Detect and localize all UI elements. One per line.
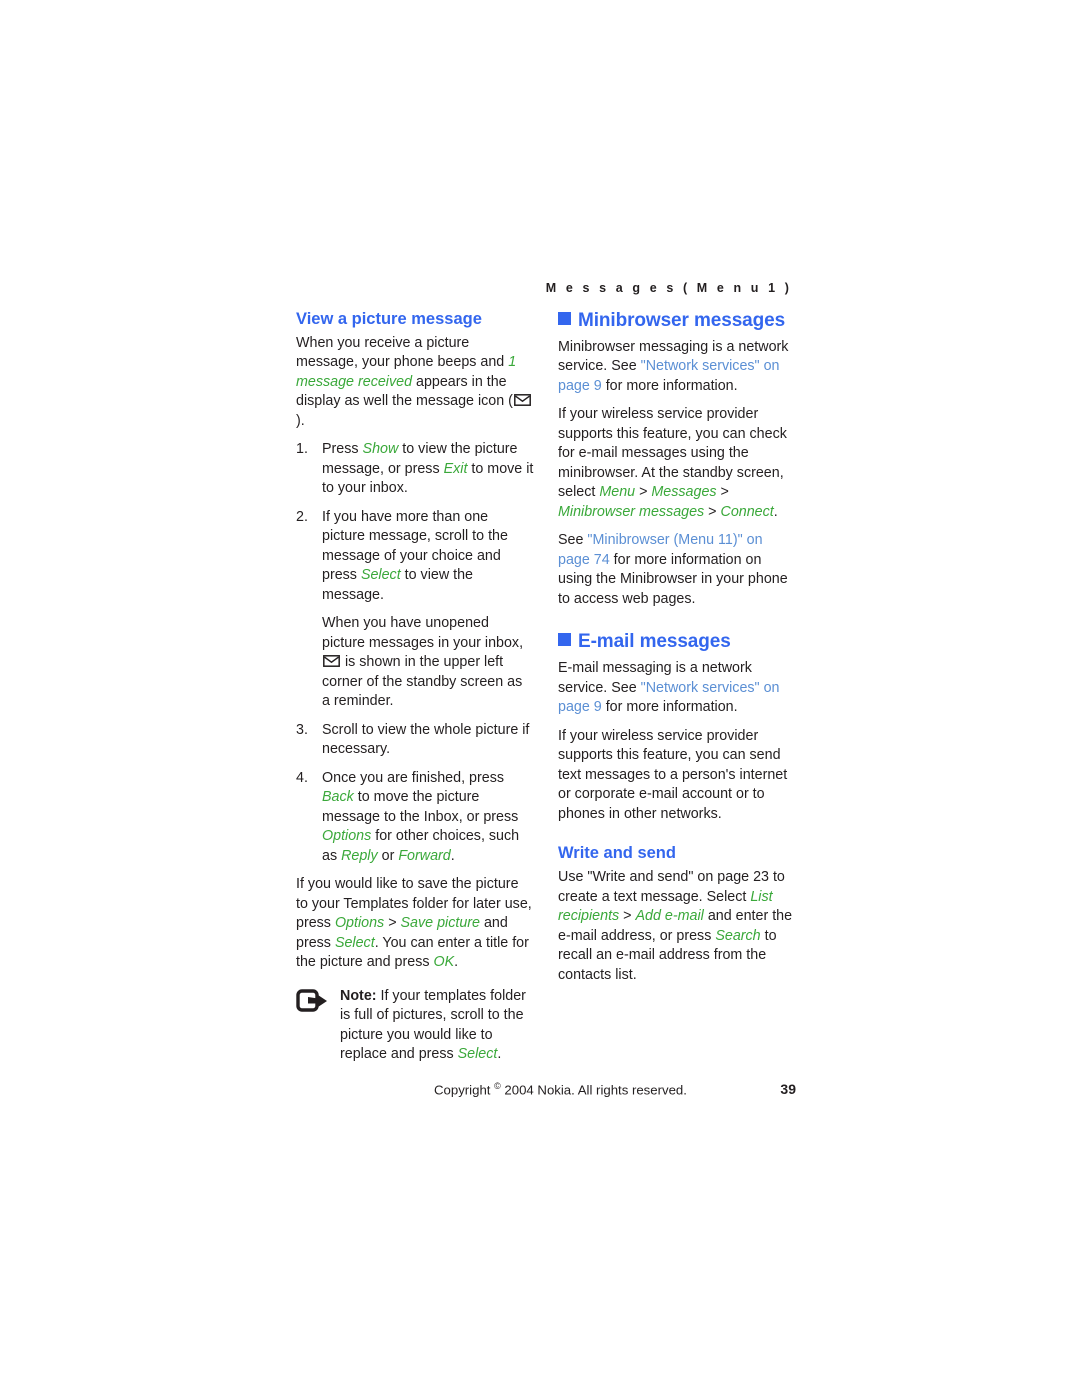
step-number: 4. [296,769,308,786]
command-text: Add e-mail [635,908,704,925]
text-run: > [384,915,401,932]
text-run: . [454,954,459,971]
text-run: 2004 Nokia. All rights reserved. [500,1082,687,1098]
heading-view-a-picture-message: View a picture message [296,310,482,328]
paragraph-minibrowser-check-email: If your wireless service provider suppor… [558,405,796,522]
text-run: for more information. [601,699,738,716]
command-text: Options [334,915,385,932]
page-number: 39 [780,1081,796,1097]
square-bullet-icon [558,312,571,325]
text-run: When you have unopened picture messages … [322,615,524,651]
list-item: 1. Press Show to view the picture message… [296,440,534,499]
heading-write-and-send: Write and send [558,844,676,863]
paragraph-minibrowser-see-reference: See "Minibrowser (Menu 11)" on page 74 f… [558,531,796,609]
copyright-symbol: © [494,1081,501,1091]
paragraph-unopened-picture-note: When you have unopened picture messages … [322,614,534,712]
command-text: Back [322,789,354,806]
heading-minibrowser-messages: Minibrowser messages [558,310,796,332]
copyright-notice: Copyright © 2004 Nokia. All rights reser… [434,1081,687,1097]
numbered-steps-list: 1. Press Show to view the picture message… [296,440,534,866]
command-text: Search [715,927,761,944]
paragraph-email-network-service: E-mail messaging is a network service. S… [558,659,796,718]
right-column: Minibrowser messages Minibrowser messagi… [558,310,796,1065]
command-text: Menu [599,484,636,501]
command-text: Select [334,934,375,951]
text-run: for more information. [601,377,738,394]
command-text: Minibrowser messages [558,503,705,520]
note-label: Note: [340,987,377,1004]
note-text: Note: If your templates folder is full o… [340,987,534,1065]
heading-text: Minibrowser messages [578,310,786,331]
command-text: Connect [720,503,774,520]
step-number: 1. [296,441,308,458]
text-run: When you receive a picture message, your… [296,334,509,371]
text-run: Copyright [434,1082,495,1098]
list-item: 2. If you have more than one picture mess… [296,508,534,712]
text-run: > [704,503,721,520]
text-run: . [497,1046,502,1063]
command-text: Show [362,441,399,458]
command-text: OK [433,954,455,971]
step-number: 2. [296,508,308,525]
text-run: Scroll to view the whole picture if nece… [322,721,530,758]
command-text: Exit [443,460,468,477]
list-item: 3. Scroll to view the whole picture if ne… [296,721,534,760]
heading-text: E-mail messages [578,631,731,653]
text-run: > [619,908,636,925]
square-bullet-icon [558,633,571,647]
command-text: Select [360,567,401,584]
document-page: M e s s a g e s ( M e n u 1 ) View a pic… [0,0,1080,1397]
left-column: View a picture message When you receive … [296,310,534,1065]
text-run: or [377,847,399,864]
envelope-icon [323,655,340,668]
paragraph-write-and-send: Use "Write and send" on page 23 to creat… [558,868,796,985]
command-text: Messages [651,484,717,501]
text-run: Once you are finished, press [322,769,504,786]
text-run: Press [322,441,363,458]
paragraph-minibrowser-network-service: Minibrowser messaging is a network servi… [558,338,796,397]
command-text: Reply [341,847,378,864]
step-number: 3. [296,721,308,738]
note-arrow-icon [296,989,330,1015]
text-run: . [450,847,455,864]
text-run: > [635,484,652,501]
text-run: > [716,484,729,501]
heading-email-messages: E-mail messages [558,631,796,653]
text-run: . [773,503,778,520]
paragraph-picture-intro: When you receive a picture message, your… [296,334,534,432]
two-column-body: View a picture message When you receive … [296,310,796,1065]
command-text: Options [322,828,372,845]
note-block: Note: If your templates folder is full o… [296,987,534,1065]
paragraph-email-send-text: If your wireless service provider suppor… [558,727,788,822]
command-text: Forward [398,847,451,864]
list-item: 4. Once you are finished, press Back to m… [296,769,534,867]
text-run: ). [296,412,305,429]
running-header: M e s s a g e s ( M e n u 1 ) [545,281,792,295]
command-text: Save picture [400,915,480,932]
text-run: is shown in the upper left corner of the… [322,654,523,710]
paragraph-save-picture: If you would like to save the picture to… [296,875,534,973]
envelope-icon [514,394,531,407]
command-text: Select [457,1046,498,1063]
text-run: See [558,532,588,549]
